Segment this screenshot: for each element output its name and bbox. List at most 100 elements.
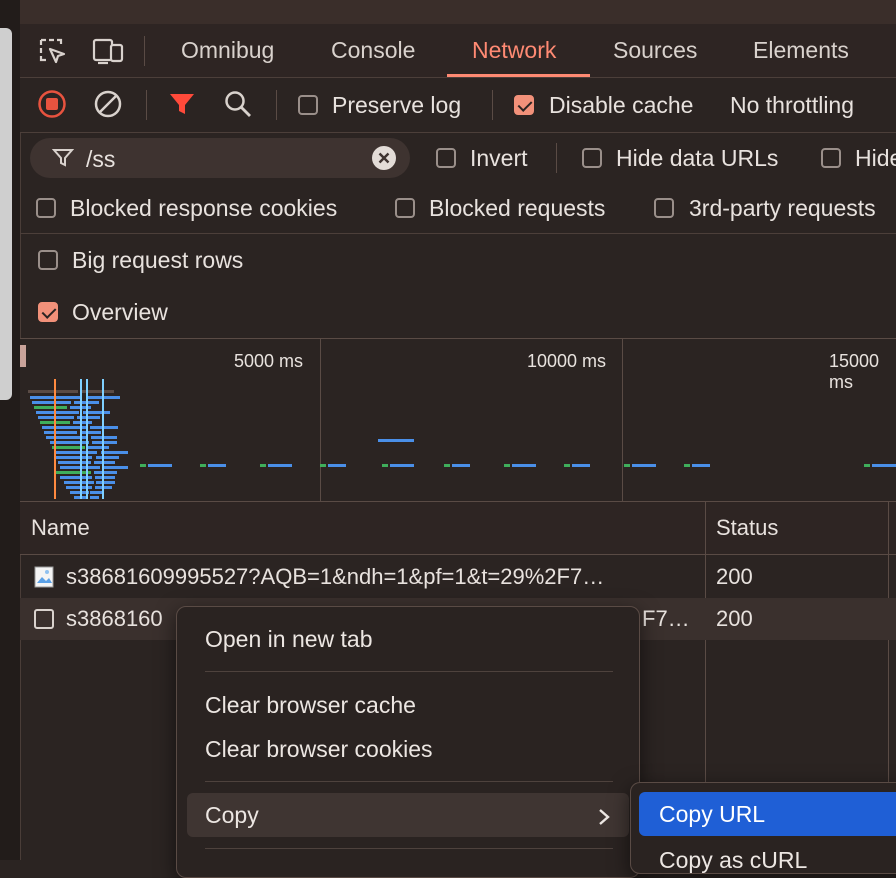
active-tab-underline — [447, 74, 590, 77]
overview-bar — [96, 481, 116, 484]
menu-item-copy[interactable]: Copy — [187, 793, 629, 837]
overview-bar — [94, 471, 117, 474]
overview-bar — [692, 464, 710, 467]
overview-bar — [632, 464, 656, 467]
submenu-item-copy-url[interactable]: Copy URL — [639, 792, 896, 836]
filter-funnel-icon — [51, 147, 75, 175]
blocked-cookies-label[interactable]: Blocked response cookies — [70, 195, 337, 222]
overview-bar — [73, 421, 93, 424]
overview-bar — [504, 464, 510, 467]
overview-bar — [320, 464, 326, 467]
overview-bar — [64, 481, 94, 484]
devtools-tabbar: Omnibug Console Network Sources Elements — [20, 24, 896, 78]
request-name-tail: F7… — [642, 606, 690, 631]
overview-bar — [50, 441, 89, 444]
menu-item-clear-cookies[interactable]: Clear browser cookies — [205, 736, 433, 763]
big-rows-label[interactable]: Big request rows — [72, 247, 243, 274]
overview-checkbox[interactable] — [38, 302, 58, 322]
search-icon[interactable] — [223, 89, 253, 125]
menu-divider — [205, 671, 613, 672]
request-status: 200 — [716, 606, 753, 631]
overview-bar — [89, 496, 99, 499]
overview-bar — [90, 426, 118, 429]
inspect-element-icon[interactable] — [38, 37, 68, 73]
menu-item-open-new-tab[interactable]: Open in new tab — [205, 626, 373, 653]
hide-data-urls-checkbox[interactable] — [582, 148, 602, 168]
overview-bar — [95, 456, 119, 459]
image-file-icon — [34, 566, 54, 594]
preserve-log-label[interactable]: Preserve log — [332, 92, 461, 119]
overview-bar — [44, 431, 77, 434]
tab-omnibug[interactable]: Omnibug — [181, 24, 274, 77]
column-separator — [888, 502, 889, 554]
tab-console[interactable]: Console — [331, 24, 415, 77]
network-overview[interactable]: 5000 ms 10000 ms 15000 ms — [20, 339, 896, 502]
overview-bar — [34, 406, 67, 409]
invert-label[interactable]: Invert — [470, 145, 528, 172]
third-party-checkbox[interactable] — [654, 198, 674, 218]
overview-bar — [88, 446, 109, 449]
overview-bar — [864, 464, 870, 467]
overview-bar — [54, 451, 97, 454]
blocked-requests-label[interactable]: Blocked requests — [429, 195, 605, 222]
overview-bar — [148, 464, 172, 467]
disable-cache-label[interactable]: Disable cache — [549, 92, 693, 119]
timing-marker — [86, 379, 88, 499]
overview-bar — [444, 464, 450, 467]
third-party-label[interactable]: 3rd-party requests — [689, 195, 876, 222]
overview-bar — [94, 476, 116, 479]
overview-bar — [100, 451, 129, 454]
record-stop-icon[interactable] — [37, 89, 67, 125]
overview-bar — [80, 431, 101, 434]
blocked-cookies-checkbox[interactable] — [36, 198, 56, 218]
blocked-filter-row: Blocked response cookies Blocked request… — [20, 183, 896, 234]
column-header-status[interactable]: Status — [716, 502, 778, 554]
tabbar-separator — [144, 36, 145, 66]
menu-divider — [205, 848, 613, 849]
request-name[interactable]: s38681609995527?AQB=1&ndh=1&pf=1&t=29%2F… — [66, 556, 696, 598]
device-toolbar-icon[interactable] — [92, 36, 126, 72]
document-file-icon — [34, 609, 54, 635]
menu-item-copy-label: Copy — [205, 802, 259, 828]
tab-elements[interactable]: Elements — [753, 24, 849, 77]
tab-sources[interactable]: Sources — [613, 24, 697, 77]
table-row[interactable]: s38681609995527?AQB=1&ndh=1&pf=1&t=29%2F… — [20, 556, 896, 598]
disable-cache-checkbox[interactable] — [514, 95, 534, 115]
overview-label[interactable]: Overview — [72, 299, 168, 326]
overview-bar — [564, 464, 570, 467]
chevron-right-icon — [597, 806, 611, 832]
timing-marker — [54, 379, 56, 499]
request-name[interactable]: s3868160 — [66, 598, 163, 640]
column-header-name[interactable]: Name — [31, 502, 90, 554]
column-separator — [705, 502, 706, 554]
filter-icon[interactable] — [168, 90, 196, 124]
filter-input-box[interactable]: /ss — [30, 138, 410, 178]
page-scrollbar[interactable] — [0, 28, 12, 400]
timing-marker — [102, 379, 104, 499]
overview-bar — [38, 416, 74, 419]
overview-bar — [103, 466, 129, 469]
overview-bar — [512, 464, 536, 467]
invert-checkbox[interactable] — [436, 148, 456, 168]
preserve-log-checkbox[interactable] — [298, 95, 318, 115]
overview-bar — [328, 464, 346, 467]
submenu-item-copy-url-label: Copy URL — [659, 801, 766, 827]
filter-input[interactable]: /ss — [86, 146, 115, 173]
hide-extension-checkbox[interactable] — [821, 148, 841, 168]
hide-extension-label[interactable]: Hide — [855, 145, 896, 172]
overview-bar — [91, 436, 118, 439]
hide-data-urls-label[interactable]: Hide data URLs — [616, 145, 778, 172]
filter-row: /ss Invert Hide data URLs Hide — [20, 133, 896, 183]
clear-filter-icon[interactable] — [372, 146, 396, 176]
tab-network[interactable]: Network — [472, 24, 556, 77]
throttling-select[interactable]: No throttling — [730, 92, 854, 119]
overview-bar — [36, 411, 79, 414]
submenu-item-copy-curl[interactable]: Copy as cURL — [659, 847, 807, 873]
big-rows-checkbox[interactable] — [38, 250, 58, 270]
toolbar-separator — [146, 90, 147, 120]
requests-table-header: Name Status — [20, 502, 896, 555]
blocked-requests-checkbox[interactable] — [395, 198, 415, 218]
menu-item-clear-cache[interactable]: Clear browser cache — [205, 692, 416, 719]
clear-icon[interactable] — [93, 89, 123, 125]
overview-bar — [32, 401, 71, 404]
